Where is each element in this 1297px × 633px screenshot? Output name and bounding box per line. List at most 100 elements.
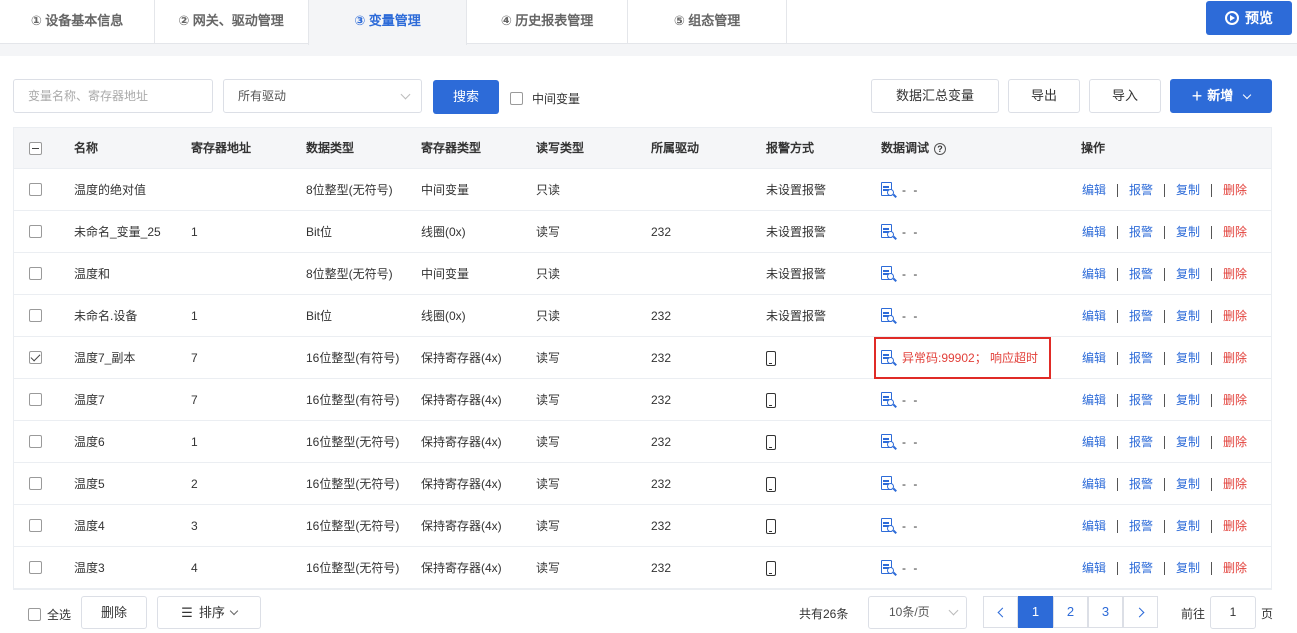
table-row: 温度4 3 16位整型(无符号) 保持寄存器(4x) 读写 232 - - 编辑 报警 复… <box>14 505 1271 547</box>
cell-datatype: 16位整型(无符号) <box>306 519 400 533</box>
delete-link[interactable]: 删除 <box>1223 169 1247 211</box>
debug-search-icon[interactable] <box>881 308 897 324</box>
debug-search-icon[interactable] <box>881 266 897 282</box>
row-checkbox[interactable] <box>29 225 42 238</box>
alarm-link[interactable]: 报警 <box>1129 463 1153 505</box>
preview-button[interactable]: 预览 <box>1206 1 1292 35</box>
delete-link[interactable]: 删除 <box>1223 337 1247 379</box>
edit-link[interactable]: 编辑 <box>1082 547 1106 589</box>
tab-history-report[interactable]: ④ 历史报表管理 <box>467 0 627 44</box>
delete-link[interactable]: 删除 <box>1223 463 1247 505</box>
edit-link[interactable]: 编辑 <box>1082 379 1106 421</box>
copy-link[interactable]: 复制 <box>1176 463 1200 505</box>
debug-search-icon[interactable] <box>881 518 897 534</box>
delete-link[interactable]: 删除 <box>1223 547 1247 589</box>
page-1-button[interactable]: 1 <box>1018 596 1053 628</box>
cell-alarm: 未设置报警 <box>766 309 827 323</box>
tab-variable-management[interactable]: ③ 变量管理 <box>308 0 467 45</box>
intermediate-checkbox[interactable] <box>510 92 523 105</box>
divider <box>1211 351 1213 365</box>
select-all[interactable]: 全选 <box>28 606 71 623</box>
delete-link[interactable]: 删除 <box>1223 253 1247 295</box>
alarm-link[interactable]: 报警 <box>1129 547 1153 589</box>
summary-variable-button[interactable]: 数据汇总变量 <box>871 79 999 113</box>
device-alarm-icon[interactable] <box>766 351 776 367</box>
cell-rw: 只读 <box>536 267 561 281</box>
row-checkbox[interactable] <box>29 477 42 490</box>
intermediate-variable-filter[interactable]: 中间变量 <box>510 90 580 107</box>
row-checkbox[interactable] <box>29 561 42 574</box>
copy-link[interactable]: 复制 <box>1176 379 1200 421</box>
search-button[interactable]: 搜索 <box>433 80 499 114</box>
alarm-link[interactable]: 报警 <box>1129 295 1153 337</box>
debug-search-icon[interactable] <box>881 182 897 198</box>
page-3-button[interactable]: 3 <box>1088 596 1123 628</box>
row-checkbox[interactable] <box>29 351 42 364</box>
help-icon[interactable]: ? <box>934 142 947 155</box>
copy-link[interactable]: 复制 <box>1176 547 1200 589</box>
prev-page-button[interactable] <box>983 596 1018 628</box>
driver-select[interactable]: 所有驱动 <box>223 79 422 113</box>
goto-page-input[interactable]: 1 <box>1210 596 1256 629</box>
copy-link[interactable]: 复制 <box>1176 295 1200 337</box>
row-checkbox[interactable] <box>29 435 42 448</box>
row-checkbox[interactable] <box>29 519 42 532</box>
edit-link[interactable]: 编辑 <box>1082 421 1106 463</box>
tab-device-info[interactable]: ① 设备基本信息 <box>0 0 154 44</box>
debug-search-icon[interactable] <box>881 224 897 240</box>
tab-gateway-driver[interactable]: ② 网关、驱动管理 <box>154 0 308 44</box>
copy-link[interactable]: 复制 <box>1176 169 1200 211</box>
alarm-link[interactable]: 报警 <box>1129 211 1153 253</box>
device-alarm-icon[interactable] <box>766 435 776 451</box>
edit-link[interactable]: 编辑 <box>1082 169 1106 211</box>
row-checkbox[interactable] <box>29 267 42 280</box>
tab-scada[interactable]: ⑤ 组态管理 <box>627 0 787 44</box>
debug-search-icon[interactable] <box>881 560 897 576</box>
add-button[interactable]: + 新增 <box>1170 79 1272 113</box>
page-size-select[interactable]: 10条/页 <box>868 596 967 629</box>
next-page-button[interactable] <box>1123 596 1158 628</box>
delete-link[interactable]: 删除 <box>1223 211 1247 253</box>
delete-link[interactable]: 删除 <box>1223 379 1247 421</box>
row-checkbox[interactable] <box>29 183 42 196</box>
device-alarm-icon[interactable] <box>766 561 776 577</box>
copy-link[interactable]: 复制 <box>1176 253 1200 295</box>
edit-link[interactable]: 编辑 <box>1082 295 1106 337</box>
edit-link[interactable]: 编辑 <box>1082 211 1106 253</box>
edit-link[interactable]: 编辑 <box>1082 253 1106 295</box>
cell-ops: 编辑 报警 复制 删除 <box>1082 505 1247 547</box>
alarm-link[interactable]: 报警 <box>1129 337 1153 379</box>
row-checkbox-cell <box>29 463 42 504</box>
debug-search-icon[interactable] <box>881 392 897 408</box>
page-2-button[interactable]: 2 <box>1053 596 1088 628</box>
edit-link[interactable]: 编辑 <box>1082 463 1106 505</box>
device-alarm-icon[interactable] <box>766 393 776 409</box>
export-button[interactable]: 导出 <box>1008 79 1080 113</box>
copy-link[interactable]: 复制 <box>1176 211 1200 253</box>
batch-delete-button[interactable]: 删除 <box>81 596 147 629</box>
device-alarm-icon[interactable] <box>766 519 776 535</box>
delete-link[interactable]: 删除 <box>1223 295 1247 337</box>
header-checkbox[interactable] <box>29 141 42 155</box>
copy-link[interactable]: 复制 <box>1176 337 1200 379</box>
delete-link[interactable]: 删除 <box>1223 505 1247 547</box>
sort-button[interactable]: ☰ 排序 <box>157 596 261 629</box>
copy-link[interactable]: 复制 <box>1176 505 1200 547</box>
edit-link[interactable]: 编辑 <box>1082 337 1106 379</box>
select-all-checkbox[interactable] <box>28 608 41 621</box>
import-button[interactable]: 导入 <box>1089 79 1161 113</box>
alarm-link[interactable]: 报警 <box>1129 169 1153 211</box>
row-checkbox[interactable] <box>29 309 42 322</box>
debug-search-icon[interactable] <box>881 434 897 450</box>
alarm-link[interactable]: 报警 <box>1129 379 1153 421</box>
device-alarm-icon[interactable] <box>766 477 776 493</box>
alarm-link[interactable]: 报警 <box>1129 421 1153 463</box>
row-checkbox[interactable] <box>29 393 42 406</box>
delete-link[interactable]: 删除 <box>1223 421 1247 463</box>
alarm-link[interactable]: 报警 <box>1129 505 1153 547</box>
alarm-link[interactable]: 报警 <box>1129 253 1153 295</box>
edit-link[interactable]: 编辑 <box>1082 505 1106 547</box>
debug-search-icon[interactable] <box>881 476 897 492</box>
search-input[interactable]: 变量名称、寄存器地址 <box>13 79 213 113</box>
copy-link[interactable]: 复制 <box>1176 421 1200 463</box>
